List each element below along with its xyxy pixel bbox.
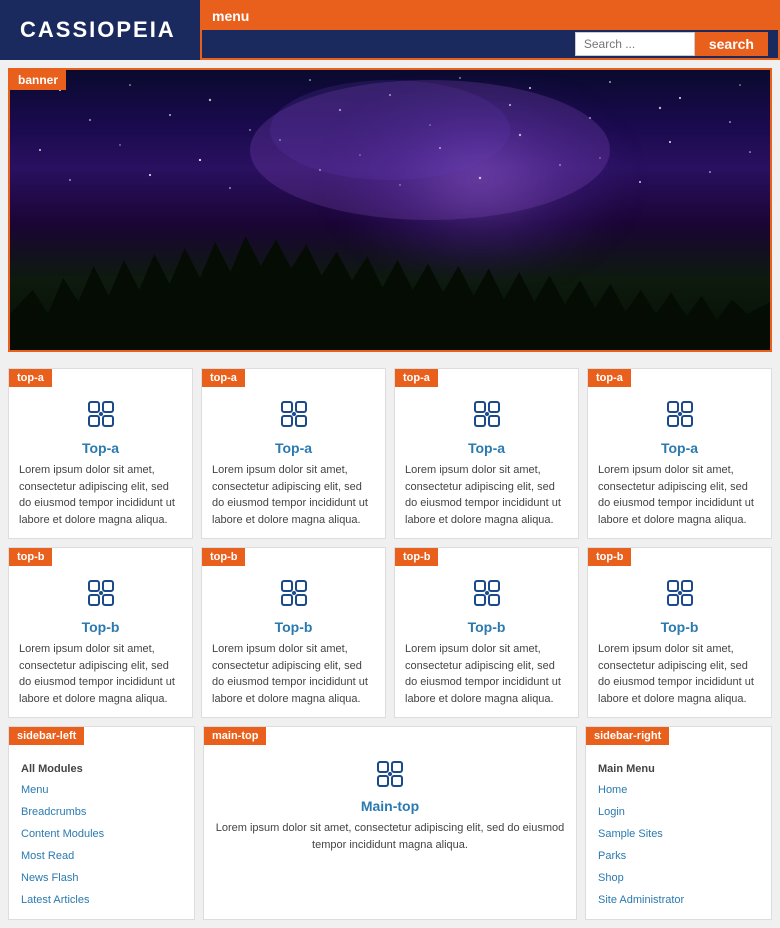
sidebar-left-tag: sidebar-left [9,727,84,745]
sidebar-right-link-shop[interactable]: Shop [598,867,759,889]
top-b-title-1: Top-b [9,619,192,641]
top-a-title-2: Top-a [202,440,385,462]
top-b-card-3: top-b Top-b Lorem ipsum dolor sit amet, … [394,547,579,718]
site-logo: CASSIOPEIA [20,17,176,43]
top-a-card-1: top-a Top-a Lorem ipsum dolor sit amet, … [8,368,193,539]
top-a-text-2: Lorem ipsum dolor sit amet, consectetur … [202,462,385,538]
nav-area: menu HOME SAMPLE SITES JOOMLA.ORG PARKS … [200,0,780,60]
nav-joomla[interactable]: JOOMLA.ORG [347,38,427,50]
top-a-title-1: Top-a [9,440,192,462]
menu-bar: menu [202,2,778,30]
top-b-row: top-b Top-b Lorem ipsum dolor sit amet, … [8,547,772,718]
main-top-tag: main-top [204,727,266,745]
sidebar-right-link-login[interactable]: Login [598,801,759,823]
top-b-text-1: Lorem ipsum dolor sit amet, consectetur … [9,641,192,717]
sidebar-right-link-sample-sites[interactable]: Sample Sites [598,823,759,845]
bottom-row: sidebar-left All Modules Menu Breadcrumb… [8,726,772,920]
top-b-tag-1: top-b [9,548,52,566]
sidebar-link-content-modules[interactable]: Content Modules [21,823,182,845]
header: CASSIOPEIA menu HOME SAMPLE SITES JOOMLA… [0,0,780,60]
sidebar-right-link-site-admin[interactable]: Site Administrator [598,889,759,911]
top-b-card-1: top-b Top-b Lorem ipsum dolor sit amet, … [8,547,193,718]
all-modules-label: All Modules [21,763,182,775]
top-b-tag-2: top-b [202,548,245,566]
nav-links: HOME SAMPLE SITES JOOMLA.ORG PARKS FRUIT… [202,30,778,58]
menu-label: menu [212,8,249,24]
sidebar-left-card: sidebar-left All Modules Menu Breadcrumb… [8,726,195,920]
main-top-joomla-icon [375,759,405,789]
main-menu-label: Main Menu [598,763,759,775]
top-a-tag-4: top-a [588,369,631,387]
nav-home[interactable]: HOME [212,38,247,50]
sidebar-right-card: sidebar-right Main Menu Home Login Sampl… [585,726,772,920]
search-input[interactable] [575,32,695,56]
top-b-title-2: Top-b [202,619,385,641]
banner-image [10,70,770,350]
top-b-title-4: Top-b [588,619,771,641]
top-b-text-4: Lorem ipsum dolor sit amet, consectetur … [588,641,771,717]
banner-label: banner [10,70,66,90]
top-a-text-4: Lorem ipsum dolor sit amet, consectetur … [588,462,771,538]
top-a-title-4: Top-a [588,440,771,462]
sidebar-right-link-parks[interactable]: Parks [598,845,759,867]
top-a-tag-2: top-a [202,369,245,387]
top-a-card-4: top-a Top-a Lorem ipsum dolor sit amet, … [587,368,772,539]
main-top-card: main-top Main-top Lorem ipsum dolor sit … [203,726,577,920]
top-b-text-2: Lorem ipsum dolor sit amet, consectetur … [202,641,385,717]
top-b-card-4: top-b Top-b Lorem ipsum dolor sit amet, … [587,547,772,718]
top-a-text-1: Lorem ipsum dolor sit amet, consectetur … [9,462,192,538]
top-a-tag-3: top-a [395,369,438,387]
banner-section: banner [8,68,772,352]
sidebar-right-links: Main Menu Home Login Sample Sites Parks … [586,755,771,919]
sidebar-left-links: All Modules Menu Breadcrumbs Content Mod… [9,755,194,919]
top-b-tag-3: top-b [395,548,438,566]
sidebar-right-link-home[interactable]: Home [598,779,759,801]
sidebar-link-most-read[interactable]: Most Read [21,845,182,867]
top-a-card-2: top-a Top-a Lorem ipsum dolor sit amet, … [201,368,386,539]
top-b-card-2: top-b Top-b Lorem ipsum dolor sit amet, … [201,547,386,718]
logo-area: CASSIOPEIA [0,0,200,60]
top-b-title-3: Top-b [395,619,578,641]
main-top-text: Lorem ipsum dolor sit amet, consectetur … [204,820,576,863]
top-b-tag-4: top-b [588,548,631,566]
nav-parks[interactable]: PARKS [446,38,486,50]
sidebar-link-menu[interactable]: Menu [21,779,182,801]
content-area: top-a Top-a Lorem ipsum dolor sit amet, … [0,360,780,928]
search-area: search [575,32,768,56]
sidebar-link-breadcrumbs[interactable]: Breadcrumbs [21,801,182,823]
sidebar-link-news-flash[interactable]: News Flash [21,867,182,889]
search-button[interactable]: search [695,32,768,56]
top-a-row: top-a Top-a Lorem ipsum dolor sit amet, … [8,368,772,539]
nav-fruit-shop[interactable]: FRUIT SHOP [504,32,557,56]
top-a-text-3: Lorem ipsum dolor sit amet, consectetur … [395,462,578,538]
sidebar-right-tag: sidebar-right [586,727,669,745]
nav-sample-sites[interactable]: SAMPLE SITES [265,32,329,56]
top-b-text-3: Lorem ipsum dolor sit amet, consectetur … [395,641,578,717]
top-a-tag-1: top-a [9,369,52,387]
main-top-title: Main-top [204,794,576,820]
sidebar-link-latest-articles[interactable]: Latest Articles [21,889,182,911]
top-a-card-3: top-a Top-a Lorem ipsum dolor sit amet, … [394,368,579,539]
top-a-title-3: Top-a [395,440,578,462]
